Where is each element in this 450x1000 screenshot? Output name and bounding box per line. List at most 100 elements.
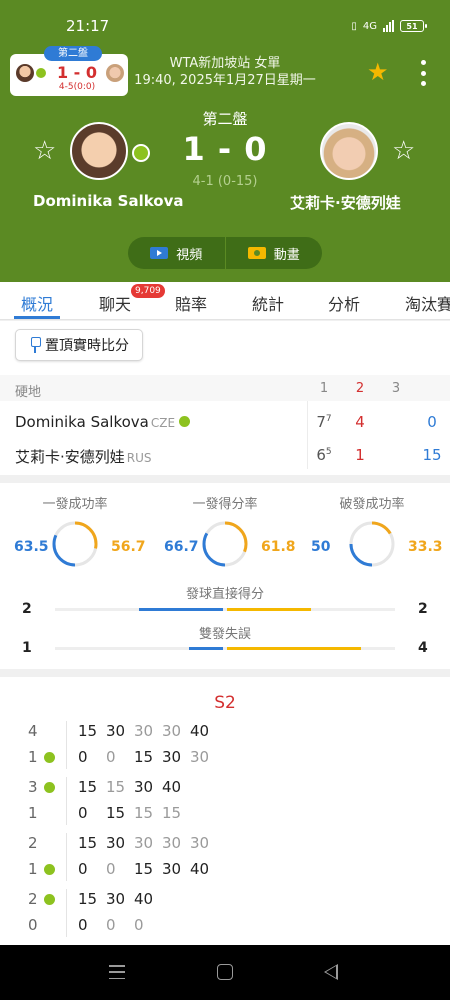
video-button[interactable]: 視頻: [128, 237, 225, 269]
mini-scoreboard[interactable]: 第二盤 1 - 0 4-5(0:0): [10, 46, 128, 96]
serve-check-icon: [44, 864, 55, 875]
serve-stat-player1: 66.7: [164, 539, 199, 555]
serve-stat-donut: [349, 521, 395, 567]
serve-stat-label: 一發得分率: [192, 497, 258, 512]
status-bar: 21:17 ▯ 4G 51: [0, 0, 450, 52]
pin-live-score-button[interactable]: 置頂實時比分: [15, 329, 143, 361]
recent-apps-icon[interactable]: [109, 965, 125, 979]
tab-bar: 概況 聊天 9,709 賠率 統計 分析 淘汰賽: [0, 282, 450, 320]
player2-avatar[interactable]: [320, 122, 378, 180]
pbp-point: 15: [134, 860, 154, 878]
player1-follow-star-icon[interactable]: ☆: [33, 138, 56, 164]
current-set-label: 第二盤: [202, 110, 248, 128]
favorite-star-icon[interactable]: ★: [367, 60, 389, 84]
status-icons: ▯ 4G 51: [351, 20, 427, 32]
current-game-points: 0: [427, 413, 437, 431]
pbp-point: 40: [190, 860, 210, 878]
signal-icon: [383, 20, 394, 32]
tab-odds[interactable]: 賠率: [175, 291, 207, 315]
tab-analysis[interactable]: 分析: [328, 291, 360, 315]
chat-count-badge: 9,709: [131, 284, 165, 298]
pbp-games: 1: [28, 860, 38, 878]
serve-stat-donut: [202, 521, 248, 567]
tiebreak-score: 5: [325, 447, 332, 457]
match-title: WTA新加坡站 女單 19:40, 2025年1月27日星期一: [130, 55, 320, 89]
double-faults-bar: [55, 647, 395, 650]
animation-icon: [247, 247, 266, 259]
pbp-point: 30: [106, 834, 126, 852]
serve-check-icon: [44, 752, 55, 763]
tab-chat[interactable]: 聊天: [99, 291, 131, 315]
battery-icon: 51: [400, 20, 427, 32]
court-surface: 硬地: [15, 385, 42, 400]
pbp-point: 0: [134, 916, 144, 934]
serve-stat-player2: 56.7: [111, 539, 146, 555]
more-menu-icon[interactable]: [414, 60, 432, 86]
back-icon[interactable]: [324, 964, 338, 980]
set2-score: 1: [355, 446, 365, 464]
overview-content: 置頂實時比分 硬地 1 2 3 Dominika Salkova CZE 77 4…: [0, 321, 450, 945]
double-faults-player1: 1: [22, 640, 32, 656]
player2-follow-star-icon[interactable]: ☆: [392, 138, 415, 164]
pbp-games: 3: [28, 778, 38, 796]
aces-bar: [55, 608, 395, 611]
pbp-point: 15: [106, 804, 126, 822]
set-header-1: 1: [319, 381, 329, 396]
aces-label: 發球直接得分: [185, 587, 264, 602]
game-score: 4-1 (0-15): [192, 174, 258, 189]
country-code: CZE: [150, 416, 176, 430]
pbp-point: 30: [106, 890, 126, 908]
serve-stat-label: 破發成功率: [339, 497, 405, 512]
active-tab-indicator: [14, 316, 60, 319]
set-score: 1 - 0: [182, 130, 268, 168]
double-faults-bar-player2: [227, 647, 362, 650]
pbp-point: 0: [106, 916, 116, 934]
mini-score: 1 - 0: [56, 63, 98, 82]
pbp-point: 30: [134, 778, 154, 796]
score-row-player-name: Dominika Salkova CZE: [15, 413, 191, 431]
set-header-2: 2: [355, 381, 365, 396]
system-nav-bar: [0, 945, 450, 1000]
pbp-point: 30: [162, 722, 182, 740]
pbp-point: 15: [78, 778, 98, 796]
serve-stat-player1: 50: [311, 539, 331, 555]
serve-indicator-icon: [132, 144, 150, 162]
set2-score: 4: [355, 413, 365, 431]
pbp-row: 1 0 0 15 30 30: [0, 745, 450, 769]
serve-stat-label: 一發成功率: [42, 497, 108, 512]
animation-button[interactable]: 動畫: [224, 237, 323, 269]
serve-stat-donut: [52, 521, 98, 567]
tab-knockout[interactable]: 淘汰賽: [405, 291, 450, 315]
score-row-player2: 艾莉卡·安德列娃 RUS 65 1 15: [0, 439, 450, 471]
mini-player2-avatar: [106, 64, 124, 82]
home-icon[interactable]: [217, 964, 233, 980]
set-header-3: 3: [391, 381, 401, 396]
pbp-point: 30: [162, 834, 182, 852]
pbp-point: 0: [78, 860, 88, 878]
pbp-separator: [66, 777, 67, 825]
aces-player2: 2: [418, 601, 428, 617]
pbp-point: 30: [162, 748, 182, 766]
tab-stats[interactable]: 統計: [252, 291, 284, 315]
pbp-point: 0: [78, 916, 88, 934]
table-separator: [307, 401, 308, 469]
player1-name[interactable]: Dominika Salkova: [33, 192, 184, 210]
pbp-row: 1 0 15 15 15: [0, 801, 450, 825]
player1-avatar[interactable]: [70, 122, 128, 180]
serve-check-icon: [44, 782, 55, 793]
country-code: RUS: [126, 451, 152, 465]
player2-name[interactable]: 艾莉卡·安德列娃: [290, 192, 401, 213]
animation-label: 動畫: [273, 247, 300, 263]
pbp-games: 1: [28, 804, 38, 822]
pbp-point: 40: [134, 890, 154, 908]
score-table-header: 硬地 1 2 3: [0, 375, 450, 401]
serve-check-icon: [179, 416, 191, 427]
pbp-point: 15: [162, 804, 182, 822]
pbp-point: 30: [190, 748, 210, 766]
video-label: 視頻: [176, 247, 203, 263]
pbp-point: 15: [78, 890, 98, 908]
tab-overview[interactable]: 概況: [21, 291, 53, 315]
mini-sub-score: 4-5(0:0): [58, 82, 96, 92]
pbp-point: 30: [162, 860, 182, 878]
tiebreak-score: 7: [325, 414, 332, 424]
